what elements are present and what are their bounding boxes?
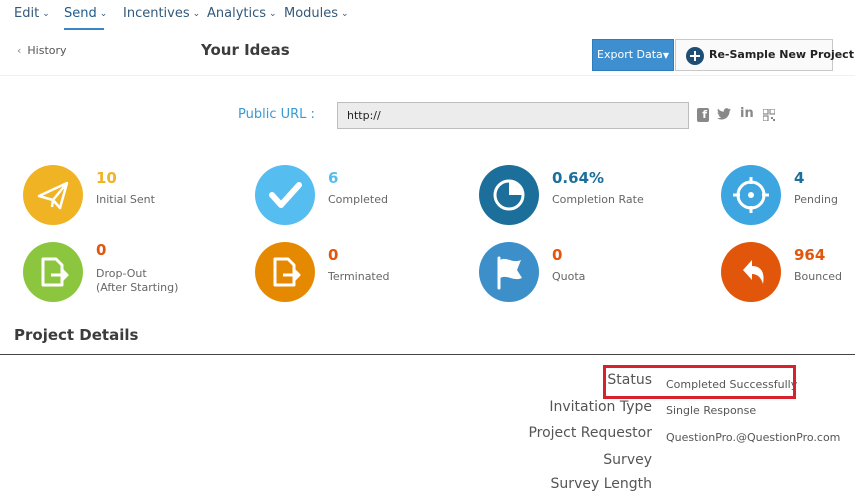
quota-value: 0: [552, 246, 563, 264]
drop-out-label-line1: Drop-Out: [96, 267, 147, 280]
menu-incentives-label: Incentives: [123, 6, 190, 21]
document-export-icon: [23, 242, 83, 302]
history-back-link[interactable]: ‹ History: [17, 44, 67, 57]
flag-icon: [479, 242, 539, 302]
document-export-icon: [255, 242, 315, 302]
initial-sent-label: Initial Sent: [96, 193, 155, 206]
initial-sent-value: 10: [96, 169, 117, 187]
chevron-down-icon: ⌄: [42, 9, 50, 19]
drop-out-label: Drop-Out (After Starting): [96, 267, 178, 295]
invitation-type-value: Single Response: [666, 404, 757, 417]
header-divider: [0, 75, 855, 76]
menu-modules-label: Modules: [284, 6, 339, 21]
drop-out-label-line2: (After Starting): [96, 281, 179, 294]
project-requestor-value: QuestionPro.@QuestionPro.com: [666, 431, 841, 444]
quota-label: Quota: [552, 270, 586, 283]
bounced-value: 964: [794, 246, 826, 264]
status-highlight-box: [603, 365, 796, 399]
active-menu-underline: [64, 28, 104, 30]
twitter-icon[interactable]: [717, 108, 731, 122]
completed-label: Completed: [328, 193, 388, 206]
caret-down-icon: ▼: [662, 51, 669, 60]
menu-modules[interactable]: Modules ⌄: [284, 6, 349, 21]
chevron-down-icon: ⌄: [269, 9, 277, 19]
chevron-down-icon: ⌄: [99, 9, 108, 19]
pending-label: Pending: [794, 193, 838, 206]
chevron-left-icon: ‹: [17, 44, 22, 57]
pending-value: 4: [794, 169, 805, 187]
menu-incentives[interactable]: Incentives ⌄: [123, 6, 200, 21]
menu-edit[interactable]: Edit ⌄: [14, 6, 50, 21]
completion-rate-label: Completion Rate: [552, 193, 644, 206]
resample-label: Re-Sample New Project: [709, 48, 854, 61]
paper-plane-icon: [23, 165, 83, 225]
terminated-label: Terminated: [328, 270, 390, 283]
facebook-icon[interactable]: f: [697, 108, 709, 122]
project-details-divider: [0, 354, 855, 355]
invitation-type-label: Invitation Type: [549, 399, 652, 415]
page-title: Your Ideas: [201, 41, 290, 59]
chevron-down-icon: ⌄: [192, 9, 201, 19]
menu-send-label: Send: [64, 6, 97, 21]
export-data-button[interactable]: Export Data▼: [592, 39, 674, 71]
crosshair-icon: [721, 165, 781, 225]
chevron-down-icon: ⌄: [341, 9, 349, 19]
pie-chart-icon: [479, 165, 539, 225]
completion-rate-value: 0.64%: [552, 169, 605, 187]
export-data-label: Export Data: [597, 48, 663, 61]
bounced-label: Bounced: [794, 270, 843, 283]
terminated-value: 0: [328, 246, 339, 264]
qr-code-icon[interactable]: [762, 108, 776, 122]
menu-edit-label: Edit: [14, 6, 40, 21]
history-label: History: [27, 44, 67, 57]
public-url-label: Public URL :: [238, 107, 315, 122]
public-url-input[interactable]: [337, 102, 689, 129]
project-details-title: Project Details: [14, 326, 139, 344]
survey-label: Survey: [603, 452, 652, 468]
checkmark-icon: [255, 165, 315, 225]
completed-value: 6: [328, 169, 339, 187]
menu-analytics-label: Analytics: [207, 6, 267, 21]
linkedin-icon[interactable]: in: [740, 106, 754, 121]
menu-analytics[interactable]: Analytics ⌄: [207, 6, 277, 21]
undo-arrow-icon: [721, 242, 781, 302]
survey-length-label: Survey Length: [550, 476, 652, 492]
resample-new-project-button[interactable]: Re-Sample New Project: [675, 39, 854, 71]
drop-out-value: 0: [96, 241, 107, 259]
plus-circle-icon: [686, 47, 704, 65]
top-menu-bar: Edit ⌄ Send ⌄ Incentives ⌄ Analytics ⌄ Modul…: [0, 0, 855, 31]
project-requestor-label: Project Requestor: [528, 425, 652, 441]
menu-send[interactable]: Send ⌄: [64, 6, 107, 21]
